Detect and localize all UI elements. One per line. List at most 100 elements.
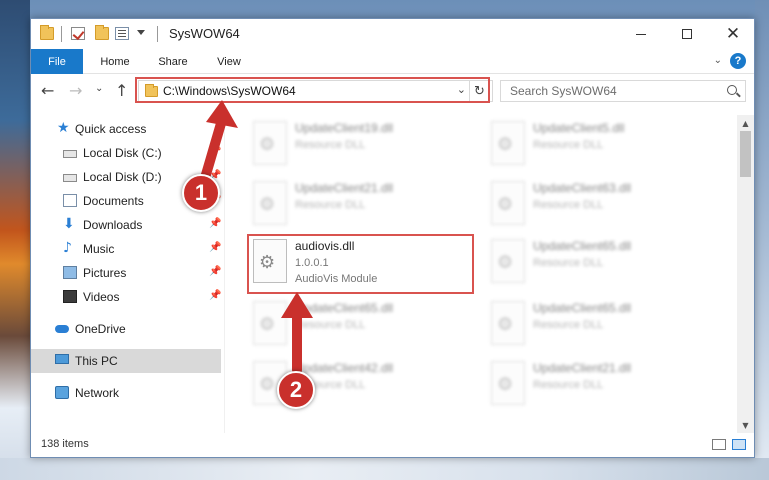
window-title: SysWOW64 bbox=[169, 26, 240, 41]
forward-arrow-icon[interactable]: → bbox=[69, 81, 82, 100]
disk-icon bbox=[63, 150, 77, 158]
network-icon bbox=[55, 386, 69, 399]
tab-home[interactable]: Home bbox=[89, 49, 141, 74]
up-arrow-icon[interactable]: ↑ bbox=[115, 81, 128, 100]
scroll-thumb[interactable] bbox=[740, 131, 751, 177]
file-item[interactable]: UpdateClient63.dll Resource DLL bbox=[487, 177, 717, 233]
file-name: UpdateClient63.dll bbox=[533, 181, 632, 195]
file-item[interactable]: UpdateClient21.dll Resource DLL bbox=[249, 177, 479, 233]
properties-check-icon[interactable] bbox=[71, 27, 85, 40]
back-arrow-icon[interactable]: ← bbox=[41, 81, 54, 100]
documents-icon bbox=[63, 194, 77, 207]
scroll-down-icon[interactable]: ▼ bbox=[737, 417, 754, 433]
maximize-icon bbox=[682, 29, 692, 39]
pin-icon: 📌 bbox=[209, 146, 222, 157]
view-options-icon[interactable] bbox=[115, 27, 129, 40]
desktop-background-left bbox=[0, 0, 30, 480]
close-button[interactable]: ✕ bbox=[710, 19, 756, 49]
file-description: Resource DLL bbox=[295, 319, 366, 331]
sidebar-item-pictures[interactable]: Pictures 📌 bbox=[31, 261, 221, 285]
sidebar-item-local-disk-c[interactable]: Local Disk (C:) 📌 bbox=[31, 141, 221, 165]
step-1-badge: 1 bbox=[182, 174, 220, 212]
disk-icon bbox=[63, 174, 77, 182]
pin-icon: 📌 bbox=[209, 290, 222, 301]
file-item[interactable]: UpdateClient65.dll Resource DLL bbox=[249, 297, 479, 353]
pictures-icon bbox=[63, 266, 77, 279]
maximize-button[interactable] bbox=[664, 19, 710, 49]
pin-icon: 📌 bbox=[209, 266, 222, 277]
file-name: UpdateClient65.dll bbox=[295, 301, 394, 315]
file-item[interactable]: UpdateClient65.dll Resource DLL bbox=[487, 297, 717, 353]
sidebar-item-label: OneDrive bbox=[75, 322, 126, 336]
sidebar-item-videos[interactable]: Videos 📌 bbox=[31, 285, 221, 309]
dll-file-icon bbox=[253, 181, 287, 225]
step-2-badge: 2 bbox=[277, 371, 315, 409]
sidebar-item-label: Local Disk (D:) bbox=[83, 170, 162, 184]
sidebar-item-onedrive[interactable]: OneDrive bbox=[31, 317, 221, 341]
folder-icon bbox=[40, 25, 54, 40]
file-item[interactable]: UpdateClient19.dll Resource DLL bbox=[249, 117, 479, 173]
file-item[interactable]: UpdateClient65.dll Resource DLL bbox=[487, 235, 717, 291]
navigation-pane: ★ Quick access Local Disk (C:) 📌 Local D… bbox=[31, 115, 223, 433]
address-bar-highlight bbox=[135, 77, 490, 103]
sidebar-item-quick-access[interactable]: ★ Quick access bbox=[31, 117, 221, 141]
file-name: UpdateClient65.dll bbox=[533, 239, 632, 253]
audiovis-file-highlight bbox=[247, 234, 474, 294]
sidebar-item-label: Network bbox=[75, 386, 120, 400]
file-item[interactable]: UpdateClient5.dll Resource DLL bbox=[487, 117, 717, 173]
sidebar-item-network[interactable]: Network bbox=[31, 381, 221, 405]
search-icon bbox=[727, 85, 737, 95]
this-pc-icon bbox=[55, 354, 69, 364]
details-view-icon[interactable] bbox=[712, 439, 726, 450]
dll-file-icon bbox=[253, 121, 287, 165]
file-description: Resource DLL bbox=[295, 139, 366, 151]
dll-file-icon bbox=[491, 181, 525, 225]
search-input[interactable]: Search SysWOW64 bbox=[500, 80, 746, 102]
file-name: UpdateClient42.dll bbox=[295, 361, 394, 375]
dll-file-icon bbox=[491, 121, 525, 165]
onedrive-icon bbox=[55, 325, 69, 333]
item-count: 138 items bbox=[41, 438, 89, 450]
pane-divider[interactable] bbox=[224, 115, 225, 433]
downloads-icon: ⬇ bbox=[63, 216, 75, 232]
tab-file[interactable]: File bbox=[31, 49, 83, 74]
quick-access-dropdown-icon[interactable] bbox=[137, 30, 145, 35]
minimize-button[interactable] bbox=[618, 19, 664, 49]
tab-view[interactable]: View bbox=[203, 49, 255, 74]
sidebar-item-label: Documents bbox=[83, 194, 144, 208]
file-description: Resource DLL bbox=[533, 257, 604, 269]
sidebar-item-downloads[interactable]: ⬇ Downloads 📌 bbox=[31, 213, 221, 237]
title-divider bbox=[157, 26, 158, 42]
close-icon: ✕ bbox=[725, 23, 741, 44]
vertical-scrollbar[interactable]: ▲ ▼ bbox=[737, 115, 754, 433]
sidebar-item-label: Local Disk (C:) bbox=[83, 146, 162, 160]
file-name: UpdateClient65.dll bbox=[533, 301, 632, 315]
dll-file-icon bbox=[491, 239, 525, 283]
status-bar: 138 items bbox=[31, 433, 754, 457]
file-description: Resource DLL bbox=[533, 139, 604, 151]
file-name: UpdateClient5.dll bbox=[533, 121, 625, 135]
tab-share[interactable]: Share bbox=[147, 49, 199, 74]
file-name: UpdateClient21.dll bbox=[533, 361, 632, 375]
new-folder-icon[interactable] bbox=[95, 25, 109, 40]
sidebar-item-this-pc[interactable]: This PC bbox=[31, 349, 221, 373]
file-description: Resource DLL bbox=[533, 319, 604, 331]
music-icon: ♪ bbox=[63, 240, 72, 256]
sidebar-item-label: Music bbox=[83, 242, 115, 256]
sidebar-item-label: Pictures bbox=[83, 266, 127, 280]
file-item[interactable]: UpdateClient21.dll Resource DLL bbox=[487, 357, 717, 413]
tiles-view-icon[interactable] bbox=[732, 439, 746, 450]
sidebar-item-label: Videos bbox=[83, 290, 120, 304]
file-description: Resource DLL bbox=[533, 379, 604, 391]
ribbon-tabs: File Home Share View ⌄ ? bbox=[31, 49, 754, 74]
expand-ribbon-icon[interactable]: ⌄ bbox=[714, 55, 722, 66]
search-placeholder: Search SysWOW64 bbox=[510, 84, 617, 98]
help-icon[interactable]: ? bbox=[730, 53, 746, 69]
dll-file-icon bbox=[253, 301, 287, 345]
pin-icon: 📌 bbox=[209, 242, 222, 253]
desktop-background-right bbox=[755, 0, 769, 480]
recent-locations-icon[interactable]: ⌄ bbox=[95, 83, 103, 94]
videos-icon bbox=[63, 290, 77, 303]
sidebar-item-music[interactable]: ♪ Music 📌 bbox=[31, 237, 221, 261]
scroll-up-icon[interactable]: ▲ bbox=[737, 115, 754, 131]
